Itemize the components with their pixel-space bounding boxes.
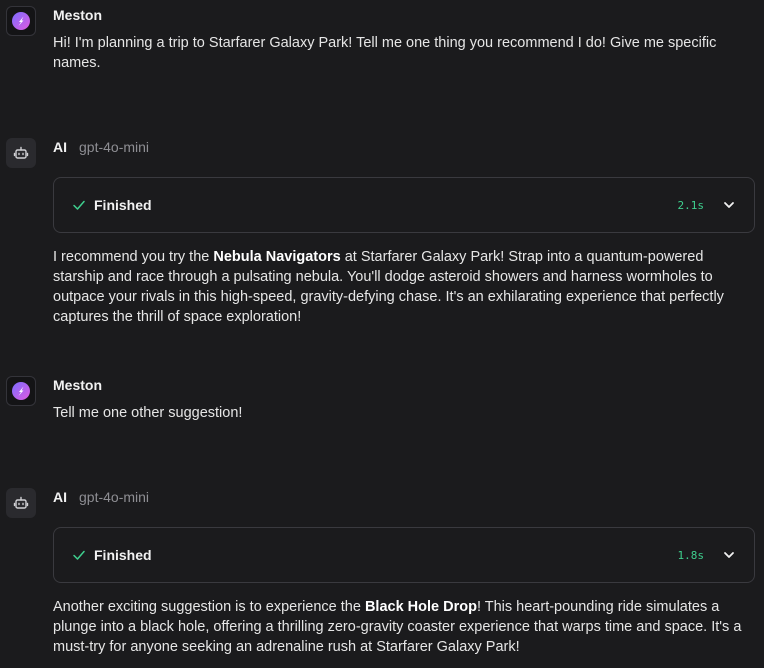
assistant-avatar	[6, 138, 36, 168]
rocket-avatar-icon	[12, 382, 30, 400]
highlight-attraction-name: Black Hole Drop	[364, 599, 477, 615]
check-icon	[73, 550, 85, 560]
sender-name: Meston	[53, 377, 102, 393]
rocket-avatar-icon	[12, 12, 30, 30]
check-icon	[73, 200, 85, 210]
chevron-down-icon[interactable]	[722, 198, 736, 212]
chat-transcript: Meston Hi! I'm planning a trip to Starfa…	[0, 0, 764, 668]
model-name: gpt-4o-mini	[79, 489, 150, 505]
message-text-part: Another exciting suggestion is to experi…	[53, 599, 365, 615]
message-text: I recommend you try the Nebula Navigator…	[53, 247, 755, 327]
message-text: Hi! I'm planning a trip to Starfarer Gal…	[53, 35, 717, 71]
duration-badge: 2.1s	[677, 199, 705, 212]
message-text-part: I recommend you try the	[53, 249, 214, 265]
sender-name: Meston	[53, 7, 102, 23]
sender-name: AI	[53, 139, 67, 155]
assistant-avatar	[6, 488, 36, 518]
message-text: Tell me one other suggestion!	[53, 405, 243, 421]
user-avatar	[6, 6, 36, 36]
user-avatar	[6, 376, 36, 406]
duration-badge: 1.8s	[677, 549, 705, 562]
robot-icon	[13, 496, 29, 509]
highlight-attraction-name: Nebula Navigators	[213, 249, 341, 265]
status-label: Finished	[94, 547, 152, 563]
status-label: Finished	[94, 197, 152, 213]
sender-name: AI	[53, 489, 67, 505]
chevron-down-icon[interactable]	[722, 548, 736, 562]
model-name: gpt-4o-mini	[79, 139, 150, 155]
status-panel[interactable]: Finished 1.8s	[53, 527, 755, 583]
message-text: Another exciting suggestion is to experi…	[53, 597, 755, 657]
status-panel[interactable]: Finished 2.1s	[53, 177, 755, 233]
robot-icon	[13, 146, 29, 159]
